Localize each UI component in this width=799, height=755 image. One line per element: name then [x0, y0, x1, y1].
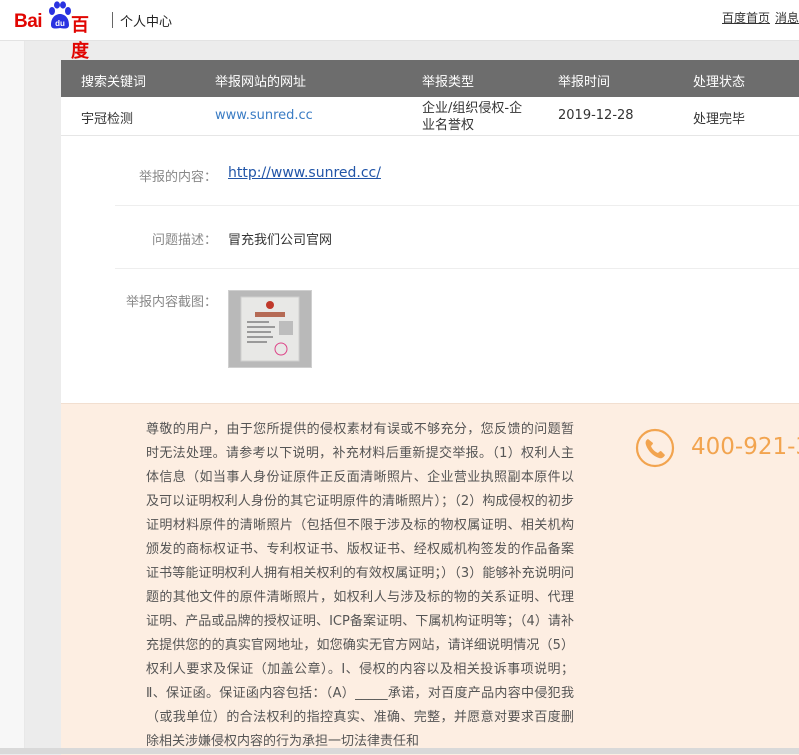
col-header-time: 举报时间	[558, 75, 611, 90]
description-label: 问题描述：	[151, 233, 217, 248]
baidu-home-link[interactable]: 百度首页	[722, 9, 770, 26]
horizontal-scrollbar[interactable]	[0, 748, 799, 754]
col-header-keyword: 搜索关键词	[81, 75, 147, 90]
cell-keyword: 宇冠检测	[81, 112, 134, 127]
col-header-site: 举报网站的网址	[215, 75, 307, 90]
logo-text-baidu-cn: 百度	[71, 15, 89, 62]
baidu-paw-icon: du	[49, 1, 71, 29]
license-document-image	[229, 291, 311, 367]
notice-text: 尊敬的用户，由于您所提供的侵权素材有误或不够充分，您反馈的问题暂时无法处理。请参…	[146, 422, 574, 749]
report-screenshot-thumbnail[interactable]	[228, 290, 312, 368]
cell-time: 2019-12-28	[558, 108, 634, 123]
header-divider	[112, 12, 113, 28]
table-header: 搜索关键词 举报网站的网址 举报类型 举报时间 处理状态	[61, 60, 799, 97]
col-header-type: 举报类型	[422, 75, 475, 90]
notice-panel: 尊敬的用户，由于您所提供的侵权素材有误或不够充分，您反馈的问题暂时无法处理。请参…	[61, 403, 799, 755]
divider	[115, 268, 799, 269]
table-row: 宇冠检测 www.sunred.cc 企业/组织侵权-企业名誉权 2019-12…	[61, 97, 799, 136]
phone-icon	[635, 428, 675, 468]
svg-text:du: du	[55, 19, 65, 28]
cell-site-link[interactable]: www.sunred.cc	[215, 108, 313, 123]
divider	[115, 205, 799, 206]
screenshot-label: 举报内容截图：	[125, 295, 217, 310]
report-detail-card: 搜索关键词 举报网站的网址 举报类型 举报时间 处理状态 宇冠检测 www.su…	[61, 60, 799, 755]
content-label: 举报的内容：	[138, 170, 217, 185]
logo-text-bai: Bai	[14, 11, 43, 32]
left-gutter	[0, 41, 25, 754]
cell-type: 企业/组织侵权-企业名誉权	[422, 101, 523, 133]
description-value: 冒充我们公司官网	[228, 233, 333, 248]
page-title: 个人中心	[120, 15, 173, 30]
content-url-link[interactable]: http://www.sunred.cc/	[228, 165, 381, 181]
cell-status: 处理完毕	[693, 112, 746, 127]
col-header-status: 处理状态	[693, 75, 746, 90]
hotline-number: 400-921-3	[691, 434, 799, 460]
messages-link[interactable]: 消息	[775, 9, 799, 26]
top-header: Bai du 百度 个人中心 百度首页 消息	[0, 0, 799, 62]
